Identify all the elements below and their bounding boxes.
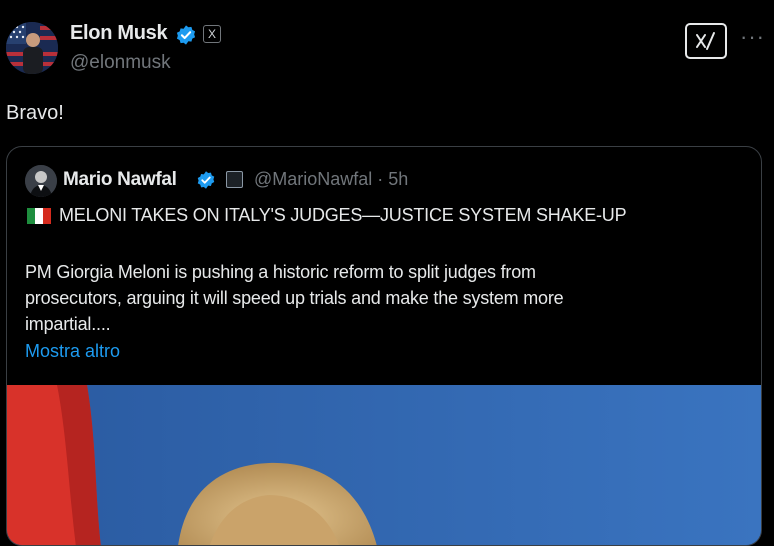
- quoted-avatar-image: [25, 165, 57, 197]
- quoted-author-name[interactable]: Mario Nawfal: [63, 169, 177, 191]
- avatar-image: [6, 22, 58, 74]
- x-affiliation-icon[interactable]: X: [203, 25, 221, 43]
- post-text: Bravo!: [6, 102, 64, 124]
- more-options-button[interactable]: ···: [740, 22, 764, 56]
- author-avatar[interactable]: [6, 22, 58, 74]
- quoted-handle-time[interactable]: @MarioNawfal · 5h: [254, 169, 408, 190]
- media-photo: [7, 385, 761, 545]
- italy-flag-icon: [27, 208, 51, 224]
- quoted-affiliation-icon[interactable]: [226, 171, 243, 188]
- quoted-body: PM Giorgia Meloni is pushing a historic …: [25, 259, 725, 337]
- grok-icon: [696, 32, 715, 50]
- post: Elon Musk X @elonmusk ··· Bravo! Mario N…: [0, 0, 774, 546]
- quoted-media-image[interactable]: [7, 385, 761, 545]
- quoted-body-line: PM Giorgia Meloni is pushing a historic …: [25, 262, 536, 282]
- author-name[interactable]: Elon Musk: [70, 22, 168, 45]
- show-more-link[interactable]: Mostra altro: [25, 341, 120, 362]
- verified-badge-icon[interactable]: [175, 24, 197, 46]
- quoted-headline: MELONI TAKES ON ITALY'S JUDGES—JUSTICE S…: [59, 205, 627, 225]
- quoted-post-card[interactable]: Mario Nawfal @MarioNawfal · 5h MELONI TA…: [6, 146, 762, 546]
- quoted-author-avatar[interactable]: [25, 165, 57, 197]
- author-handle[interactable]: @elonmusk: [70, 52, 171, 74]
- quoted-body-line: impartial....: [25, 314, 111, 334]
- quoted-verified-badge-icon[interactable]: [196, 170, 216, 190]
- grok-button[interactable]: [685, 23, 727, 59]
- quoted-body-line: prosecutors, arguing it will speed up tr…: [25, 288, 564, 308]
